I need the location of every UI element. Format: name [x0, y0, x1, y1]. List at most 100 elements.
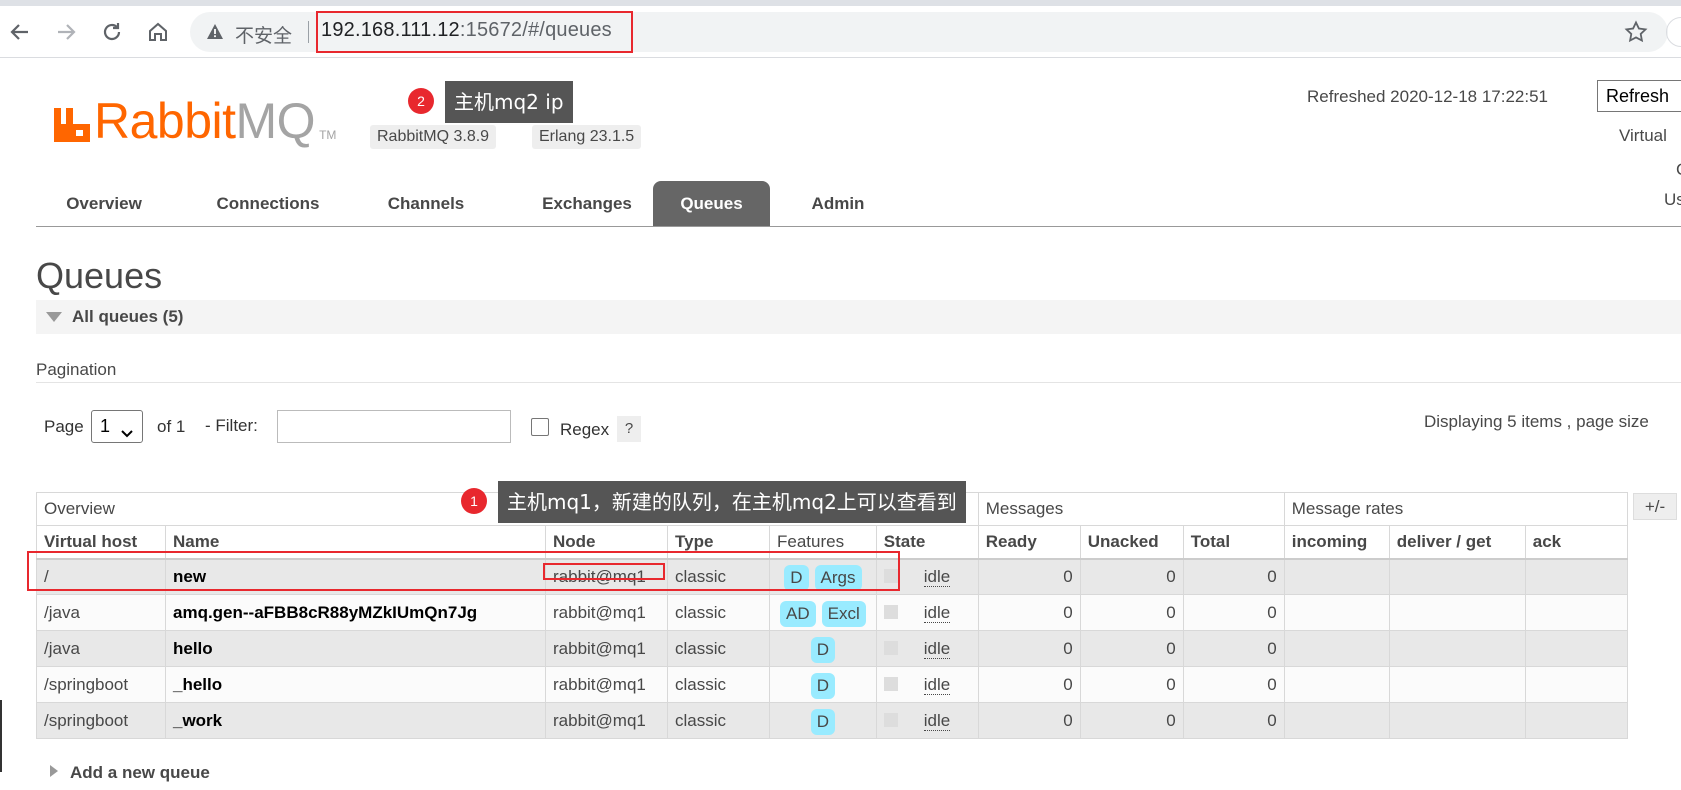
- queue-name-link[interactable]: amq.gen--aFBB8cR88yMZkIUmQn7Jg: [165, 594, 546, 631]
- col-features: Features: [769, 525, 877, 560]
- forward-icon[interactable]: [51, 17, 81, 47]
- row-unacked: 0: [1079, 666, 1184, 703]
- page-select-value: 1: [100, 416, 111, 436]
- all-queues-label: All queues (5): [72, 307, 184, 326]
- row-incoming: [1283, 702, 1390, 739]
- row-ready: 0: [977, 558, 1081, 595]
- filter-input[interactable]: [277, 410, 511, 443]
- tab-overview[interactable]: Overview: [36, 181, 172, 226]
- col-deliver-get[interactable]: deliver / get: [1388, 525, 1526, 560]
- warning-icon[interactable]: [206, 23, 224, 45]
- col-node[interactable]: Node: [545, 525, 668, 560]
- pagination-label: Pagination: [36, 360, 117, 379]
- logo-rabbit-text: Rabbit: [94, 93, 236, 149]
- row-ack: [1524, 702, 1628, 739]
- home-icon[interactable]: [143, 17, 173, 47]
- state-indicator: [883, 640, 898, 655]
- profile-button[interactable]: [1666, 17, 1681, 47]
- table-row[interactable]: /java hello rabbit@mq1 classic D idle 0 …: [36, 630, 1628, 667]
- queue-name-link[interactable]: hello: [165, 630, 546, 667]
- url-path: :15672/#/queues: [459, 19, 612, 41]
- regex-help-button[interactable]: ?: [617, 416, 641, 442]
- row-unacked: 0: [1079, 558, 1184, 595]
- row-deliver-get: [1388, 594, 1526, 631]
- row-total: 0: [1182, 594, 1285, 631]
- regex-checkbox[interactable]: [531, 418, 549, 436]
- tab-queues[interactable]: Queues: [653, 181, 770, 226]
- row-total: 0: [1182, 558, 1285, 595]
- col-virtual-host[interactable]: Virtual host: [36, 525, 166, 560]
- row-node: rabbit@mq1: [545, 702, 668, 739]
- table-row[interactable]: /java amq.gen--aFBB8cR88yMZkIUmQn7Jg rab…: [36, 594, 1628, 631]
- state-indicator: [883, 676, 898, 691]
- row-state: idle: [875, 630, 979, 667]
- row-deliver-get: [1388, 702, 1526, 739]
- cluster-label: C: [1676, 160, 1681, 180]
- feature-tag: D: [810, 636, 836, 663]
- state-label: idle: [923, 566, 951, 587]
- row-total: 0: [1182, 702, 1285, 739]
- page-label: Page: [44, 417, 84, 436]
- refresh-button[interactable]: Refresh: [1597, 80, 1681, 112]
- callout-1-number: 1: [461, 488, 487, 514]
- col-name[interactable]: Name: [165, 525, 546, 560]
- tab-exchanges[interactable]: Exchanges: [512, 181, 662, 226]
- page-select[interactable]: 1: [91, 410, 143, 443]
- row-unacked: 0: [1079, 594, 1184, 631]
- queue-name-link[interactable]: new: [165, 558, 546, 595]
- feature-tag: AD: [780, 600, 816, 627]
- col-ready[interactable]: Ready: [977, 525, 1081, 560]
- col-unacked[interactable]: Unacked: [1079, 525, 1184, 560]
- table-row[interactable]: /springboot _hello rabbit@mq1 classic D …: [36, 666, 1628, 703]
- row-total: 0: [1182, 630, 1285, 667]
- row-type: classic: [667, 666, 770, 703]
- row-vhost: /springboot: [36, 702, 166, 739]
- row-incoming: [1283, 630, 1390, 667]
- page-title: Queues: [36, 255, 163, 296]
- row-features: D: [769, 666, 877, 703]
- logo-wordmark: RabbitMQ: [94, 93, 316, 149]
- rabbitmq-version-badge: RabbitMQ 3.8.9: [370, 125, 497, 149]
- col-state[interactable]: State: [875, 525, 979, 560]
- bookmark-star-icon[interactable]: [1624, 20, 1648, 49]
- address-bar[interactable]: 不安全 192.168.111.12:15672/#/queues: [190, 12, 1668, 52]
- logo-mq-text: MQ: [235, 93, 316, 149]
- row-incoming: [1283, 558, 1390, 595]
- row-ack: [1524, 594, 1628, 631]
- tab-channels[interactable]: Channels: [362, 181, 490, 226]
- queue-name-link[interactable]: _hello: [165, 666, 546, 703]
- col-total[interactable]: Total: [1182, 525, 1285, 560]
- url-text[interactable]: 192.168.111.12:15672/#/queues: [321, 19, 612, 42]
- chevron-down-icon: [120, 420, 134, 451]
- row-state: idle: [875, 666, 979, 703]
- url-host: 192.168.111.12: [321, 19, 460, 41]
- state-indicator: [883, 604, 898, 619]
- rabbitmq-logo[interactable]: RabbitMQ TM: [52, 93, 336, 149]
- expand-triangle-icon: [50, 765, 58, 777]
- col-ack[interactable]: ack: [1524, 525, 1628, 560]
- callout-1-text: 主机mq1，新建的队列，在主机mq2上可以查看到: [498, 481, 966, 523]
- row-vhost: /springboot: [36, 666, 166, 703]
- add-new-queue-toggle[interactable]: Add a new queue: [50, 763, 210, 783]
- tab-connections[interactable]: Connections: [192, 181, 344, 226]
- row-ack: [1524, 630, 1628, 667]
- queue-name-link[interactable]: _work: [165, 702, 546, 739]
- tab-admin[interactable]: Admin: [790, 181, 886, 226]
- callout-2-number: 2: [408, 88, 434, 114]
- column-toggle-button[interactable]: +/-: [1633, 493, 1677, 520]
- col-type[interactable]: Type: [667, 525, 770, 560]
- back-icon[interactable]: [5, 17, 35, 47]
- row-deliver-get: [1388, 558, 1526, 595]
- table-row[interactable]: / new rabbit@mq1 classic D Args idle 0 0 …: [36, 558, 1628, 595]
- row-state: idle: [875, 558, 979, 595]
- reload-icon[interactable]: [97, 17, 127, 47]
- all-queues-section-toggle[interactable]: All queues (5): [36, 300, 1681, 334]
- col-incoming[interactable]: incoming: [1283, 525, 1390, 560]
- row-state: idle: [875, 594, 979, 631]
- omnibox-divider: [308, 21, 309, 43]
- row-features: D: [769, 630, 877, 667]
- row-type: classic: [667, 630, 770, 667]
- row-node: rabbit@mq1: [545, 558, 668, 595]
- table-row[interactable]: /springboot _work rabbit@mq1 classic D i…: [36, 702, 1628, 739]
- row-incoming: [1283, 594, 1390, 631]
